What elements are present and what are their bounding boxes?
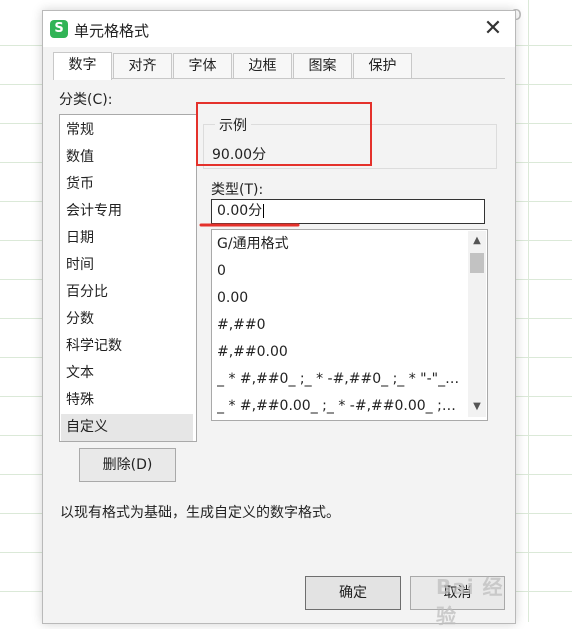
type-input-value: 0.00分 [217, 203, 263, 219]
format-item[interactable]: #,##0.00 [217, 339, 462, 366]
category-list[interactable]: 常规 数值 货币 会计专用 日期 时间 百分比 分数 科学记数 文本 特殊 自定… [59, 114, 197, 442]
category-item-accounting[interactable]: 会计专用 [61, 198, 193, 225]
category-item-text[interactable]: 文本 [61, 360, 193, 387]
category-item-scientific[interactable]: 科学记数 [61, 333, 193, 360]
type-label: 类型(T): [211, 182, 264, 198]
tab-number[interactable]: 数字 [53, 52, 112, 80]
category-item-fraction[interactable]: 分数 [61, 306, 193, 333]
tab-border[interactable]: 边框 [233, 53, 292, 79]
format-item[interactable]: G/通用格式 [217, 231, 462, 258]
tab-font[interactable]: 字体 [173, 53, 232, 79]
chevron-down-icon[interactable]: ▼ [468, 399, 486, 415]
scrollbar-thumb[interactable] [470, 253, 484, 273]
text-caret [263, 204, 265, 218]
category-item-currency[interactable]: 货币 [61, 171, 193, 198]
close-icon[interactable]: ✕ [479, 15, 507, 43]
tab-protection[interactable]: 保护 [353, 53, 412, 79]
tab-pattern[interactable]: 图案 [293, 53, 352, 79]
format-item[interactable]: _ * #,##0.00_ ;_ * -#,##0.00_ ;_ * "-"??… [217, 393, 462, 420]
format-item[interactable]: 0 [217, 258, 462, 285]
category-item-special[interactable]: 特殊 [61, 387, 193, 414]
delete-button[interactable]: 删除(D) [79, 448, 176, 482]
category-item-general[interactable]: 常规 [61, 117, 193, 144]
watermark-logo: Bai 经验 [436, 575, 504, 628]
tab-alignment[interactable]: 对齐 [113, 53, 172, 79]
format-item[interactable]: 0.00 [217, 285, 462, 312]
format-cells-dialog: S 单元格格式 ✕ 数字 对齐 字体 边框 图案 保护 分类(C): 常规 数值… [42, 10, 516, 628]
highlight-underline [199, 223, 300, 227]
tab-panel-divider [53, 78, 505, 79]
category-item-custom[interactable]: 自定义 [61, 414, 193, 441]
grid-col-line [528, 0, 529, 622]
category-item-date[interactable]: 日期 [61, 225, 193, 252]
dialog-title: 单元格格式 [74, 22, 150, 40]
format-list-scrollbar[interactable]: ▲ ▼ [468, 231, 486, 417]
category-item-time[interactable]: 时间 [61, 252, 193, 279]
category-item-percentage[interactable]: 百分比 [61, 279, 193, 306]
category-label: 分类(C): [59, 92, 113, 108]
highlight-box [196, 102, 372, 166]
format-item[interactable]: _ * #,##0_ ;_ * -#,##0_ ;_ * "-"_ ;_@_ [217, 366, 462, 393]
ok-button[interactable]: 确定 [305, 576, 401, 610]
dialog-titlebar[interactable]: S 单元格格式 ✕ [43, 11, 515, 47]
format-list[interactable]: G/通用格式 0 0.00 #,##0 #,##0.00 _ * #,##0_ … [211, 229, 488, 421]
category-item-number[interactable]: 数值 [61, 144, 193, 171]
chevron-up-icon[interactable]: ▲ [468, 233, 486, 249]
format-item[interactable]: #,##0 [217, 312, 462, 339]
format-description: 以现有格式为基础，生成自定义的数字格式。 [60, 505, 340, 521]
wps-app-icon: S [50, 20, 68, 38]
